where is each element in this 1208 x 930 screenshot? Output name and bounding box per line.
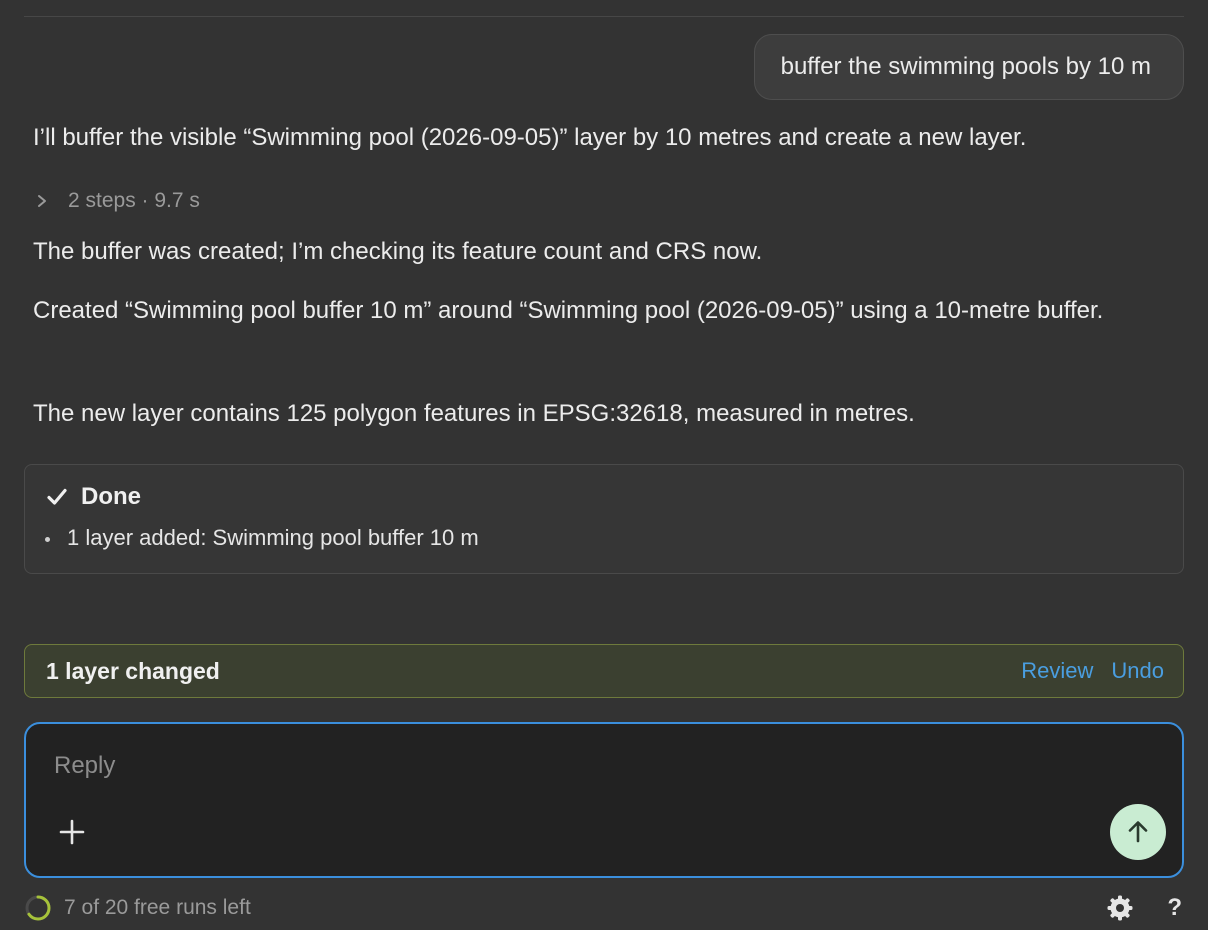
undo-button[interactable]: Undo [1111, 658, 1164, 684]
help-button[interactable]: ? [1167, 892, 1182, 924]
plus-icon[interactable] [58, 818, 86, 846]
gear-icon[interactable] [1106, 894, 1134, 922]
done-title: Done [47, 483, 141, 511]
check-icon [47, 487, 67, 507]
reply-input[interactable] [54, 748, 1054, 784]
done-title-text: Done [81, 483, 141, 510]
done-card: Done 1 layer added: Swimming pool buffer… [24, 464, 1184, 574]
done-list-item: 1 layer added: Swimming pool buffer 10 m [45, 525, 479, 551]
assistant-intro-message: I’ll buffer the visible “Swimming pool (… [33, 124, 1027, 151]
bullet [45, 536, 50, 542]
send-button[interactable] [1110, 804, 1166, 860]
free-runs-indicator: 7 of 20 free runs left [24, 892, 251, 924]
reply-composer [24, 722, 1184, 878]
user-message-bubble: buffer the swimming pools by 10 m [753, 34, 1184, 100]
review-button[interactable]: Review [1021, 658, 1093, 684]
assistant-result-message: Created “Swimming pool buffer 10 m” arou… [33, 297, 1104, 324]
free-runs-text: 7 of 20 free runs left [64, 896, 251, 919]
steps-summary: 2 steps · 9.7 s [68, 189, 200, 212]
arrow-up-icon [1128, 821, 1148, 843]
chevron-right-icon [36, 186, 48, 216]
footer: 7 of 20 free runs left ? [24, 892, 1184, 924]
changes-label: 1 layer changed [46, 657, 220, 684]
done-list-item-text: 1 layer added: Swimming pool buffer 10 m [67, 525, 479, 550]
changes-actions: Review Undo [1021, 645, 1164, 697]
changes-bar: 1 layer changed Review Undo [24, 644, 1184, 698]
top-divider [24, 16, 1184, 17]
progress-ring-icon [24, 894, 52, 922]
assistant-status-message: The buffer was created; I’m checking its… [33, 238, 763, 265]
user-message-text: buffer the swimming pools by 10 m [780, 53, 1151, 80]
steps-toggle[interactable]: 2 steps · 9.7 s [36, 186, 200, 216]
assistant-detail-message: The new layer contains 125 polygon featu… [33, 400, 915, 427]
